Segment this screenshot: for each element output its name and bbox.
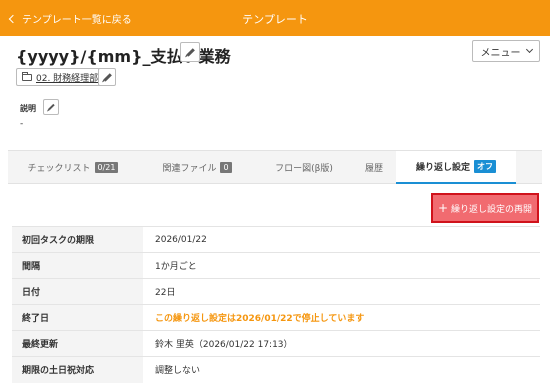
table-row: 期限の土日祝対応 調整しない (12, 356, 540, 383)
pencil-icon (102, 72, 112, 82)
tab-checklist[interactable]: チェックリスト 0/21 (8, 151, 138, 184)
setting-label: 終了日 (12, 304, 143, 331)
tab-repeat-settings[interactable]: 繰り返し設定 オフ (396, 151, 516, 184)
edit-description-button[interactable] (43, 99, 59, 115)
repeat-settings-table: 初回タスクの期限 2026/01/22 間隔 1か月ごと 日付 22日 終了日 … (12, 226, 540, 383)
table-row: 最終更新 鈴木 里英（2026/01/22 17:13） (12, 330, 540, 357)
table-row: 日付 22日 (12, 278, 540, 305)
table-row: 終了日 この繰り返し設定は2026/01/22で停止しています (12, 304, 540, 331)
setting-value: 鈴木 里英（2026/01/22 17:13） (143, 330, 540, 357)
tab-flow-diagram[interactable]: フロー図(β版) (256, 151, 352, 184)
tab-label: チェックリスト (27, 164, 91, 174)
end-date-status-text: この繰り返し設定は2026/01/22で停止しています (143, 304, 540, 331)
description-value: - (20, 119, 24, 129)
related-files-count-badge: 0 (220, 162, 232, 173)
pencil-icon (47, 103, 55, 111)
setting-value: 2026/01/22 (143, 226, 540, 253)
folder-icon (22, 71, 32, 81)
repeat-status-badge: オフ (474, 160, 496, 173)
folder-tag[interactable]: 02. 財務経理部 (16, 68, 105, 86)
tab-label: 関連ファイル (162, 164, 217, 174)
menu-button[interactable]: メニュー (472, 40, 540, 62)
tab-history[interactable]: 履歴 (352, 151, 396, 184)
pencil-icon (185, 47, 195, 57)
tab-label: フロー図(β版) (275, 164, 333, 174)
plus-icon: + (437, 201, 449, 215)
setting-label: 日付 (12, 278, 143, 305)
setting-label: 最終更新 (12, 330, 143, 357)
setting-value: 調整しない (143, 356, 540, 383)
description-label: 説明 (20, 104, 36, 113)
table-row: 間隔 1か月ごと (12, 252, 540, 279)
folder-name: 02. 財務経理部 (36, 73, 99, 84)
tab-label: 繰り返し設定 (415, 163, 470, 173)
setting-value: 1か月ごと (143, 252, 540, 279)
tab-related-files[interactable]: 関連ファイル 0 (138, 151, 256, 184)
setting-label: 間隔 (12, 252, 143, 279)
checklist-count-badge: 0/21 (94, 162, 119, 173)
chevron-down-icon (525, 45, 533, 54)
edit-folder-button[interactable] (98, 68, 116, 86)
setting-label: 期限の土日祝対応 (12, 356, 143, 383)
page-header-title: テンプレート (242, 13, 308, 26)
tab-bar: チェックリスト 0/21 関連ファイル 0 フロー図(β版) 履歴 繰り返し設定… (8, 150, 542, 184)
table-row: 初回タスクの期限 2026/01/22 (12, 226, 540, 253)
top-bar: テンプレート一覧に戻る テンプレート (0, 0, 550, 36)
resume-repeat-settings-button[interactable]: + 繰り返し設定の再開 (431, 193, 539, 223)
edit-title-button[interactable] (180, 42, 200, 62)
menu-button-label: メニュー (480, 47, 521, 59)
tab-label: 履歴 (364, 164, 383, 174)
setting-value: 22日 (143, 278, 540, 305)
resume-button-label: 繰り返し設定の再開 (451, 204, 533, 215)
setting-label: 初回タスクの期限 (12, 226, 143, 253)
